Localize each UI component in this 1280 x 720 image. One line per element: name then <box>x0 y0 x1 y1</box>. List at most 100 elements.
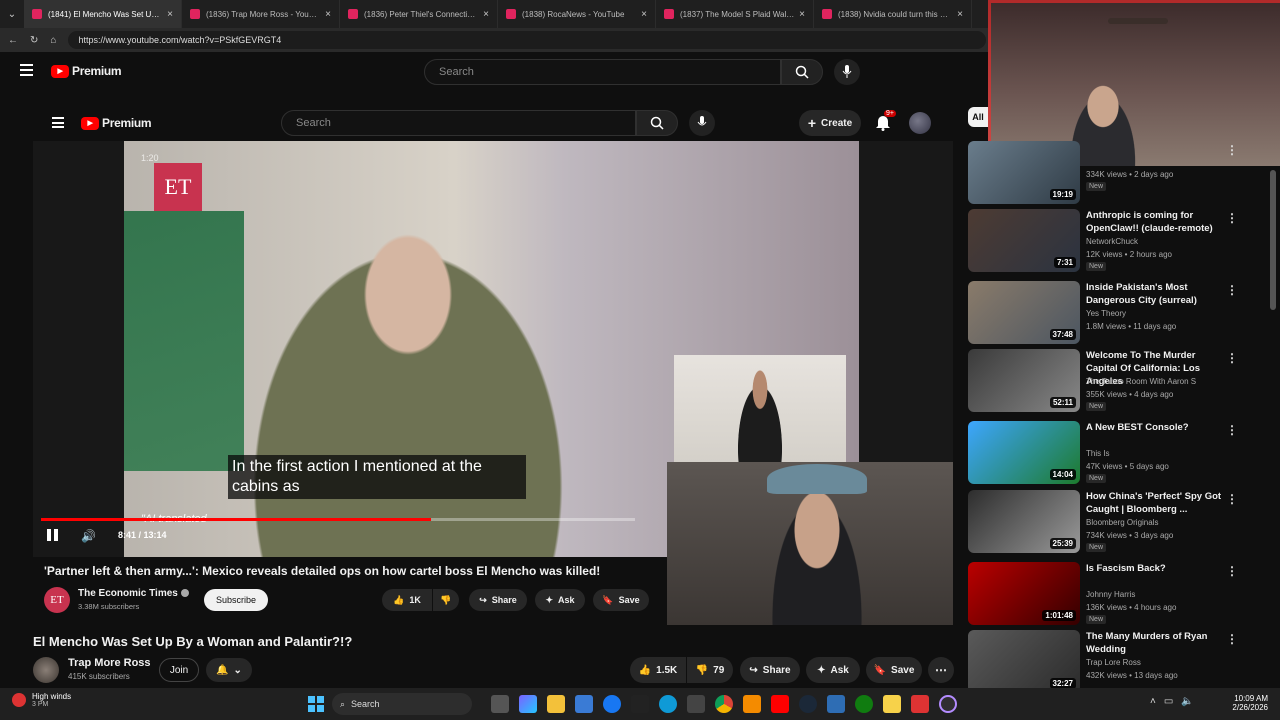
channel-name[interactable]: Trap More Ross <box>68 657 151 669</box>
more-actions-button[interactable]: ⋯ <box>928 657 954 683</box>
close-tab-icon[interactable]: × <box>325 9 331 20</box>
youtube-taskbar-icon[interactable] <box>771 695 789 713</box>
create-button[interactable]: + Create <box>799 110 861 136</box>
recommendation-item[interactable]: 37:48 Inside Pakistan's Most Dangerous Ci… <box>968 281 1268 345</box>
inner-menu-icon[interactable] <box>52 117 64 128</box>
inner-search-button[interactable] <box>636 110 678 136</box>
taskbar-search[interactable]: ⌕ Search <box>332 693 472 715</box>
store-icon[interactable] <box>575 695 593 713</box>
video-thumbnail[interactable]: 7:31 <box>968 209 1080 272</box>
close-tab-icon[interactable]: × <box>957 9 963 20</box>
recommendation-title[interactable]: Is Fascism Back? <box>1086 562 1226 575</box>
sticky-notes-icon[interactable] <box>883 695 901 713</box>
browser-tab[interactable]: (1838) RocaNews - YouTube × <box>498 0 656 28</box>
task-view-icon[interactable] <box>491 695 509 713</box>
more-options-icon[interactable]: ⋮ <box>1226 564 1238 578</box>
recommendation-channel[interactable]: Yes Theory <box>1086 308 1126 320</box>
avatar[interactable] <box>909 112 931 134</box>
inner-ask-button[interactable]: ✦ Ask <box>535 589 585 611</box>
recommendation-item[interactable]: 14:04 A New BEST Console? This Is 47K views… <box>968 421 1268 485</box>
video-thumbnail[interactable]: 1:01:48 <box>968 562 1080 625</box>
app-icon[interactable] <box>827 695 845 713</box>
notifications-button[interactable]: 9+ <box>875 110 896 133</box>
reload-icon[interactable]: ↻ <box>30 35 38 46</box>
recommendation-item[interactable]: 1:01:48 Is Fascism Back? Johnny Harris 136K… <box>968 562 1268 626</box>
share-button[interactable]: ↪ Share <box>740 657 800 683</box>
close-tab-icon[interactable]: × <box>799 9 805 20</box>
speaker-icon[interactable]: 🔈 <box>1181 696 1193 707</box>
video-thumbnail[interactable]: 14:04 <box>968 421 1080 484</box>
tab-list-dropdown-icon[interactable]: ⌄ <box>0 9 24 20</box>
obs-icon[interactable] <box>939 695 957 713</box>
recommendation-channel[interactable]: Johnny Harris <box>1086 589 1135 601</box>
video-thumbnail[interactable]: 37:48 <box>968 281 1080 344</box>
inner-save-button[interactable]: 🔖 Save <box>593 589 649 611</box>
recommendation-channel[interactable]: Bloomberg Originals <box>1086 517 1158 529</box>
close-tab-icon[interactable]: × <box>641 9 647 20</box>
inner-dislike-button[interactable]: 👎 <box>433 589 459 611</box>
vlc-icon[interactable] <box>743 695 761 713</box>
address-bar[interactable]: https://www.youtube.com/watch?v=PSkfGEVR… <box>68 31 986 49</box>
calculator-icon[interactable] <box>687 695 705 713</box>
recommendation-title[interactable]: A New BEST Console? <box>1086 421 1226 434</box>
browser-tab[interactable]: (1841) El Mencho Was Set Up By a Woman a… <box>24 0 182 28</box>
facebook-icon[interactable] <box>603 695 621 713</box>
recommendation-item[interactable]: 7:31 Anthropic is coming for OpenClaw!! (… <box>968 209 1268 273</box>
steam-icon[interactable] <box>799 695 817 713</box>
more-options-icon[interactable]: ⋮ <box>1226 283 1238 297</box>
join-button[interactable]: Join <box>159 658 199 682</box>
close-tab-icon[interactable]: × <box>483 9 489 20</box>
subscribed-bell-button[interactable]: 🔔 ⌄ <box>206 658 252 682</box>
more-options-icon[interactable]: ⋮ <box>1226 211 1238 225</box>
youtube-logo[interactable]: ▶ Premium <box>51 64 122 78</box>
video-thumbnail[interactable]: 25:39 <box>968 490 1080 553</box>
browser-tab[interactable]: (1836) Peter Thiel's Connections To Epst… <box>340 0 498 28</box>
home-icon[interactable]: ⌂ <box>50 35 56 46</box>
search-input[interactable]: Search <box>424 59 781 85</box>
voice-search-button[interactable] <box>834 59 860 85</box>
recommendation-item[interactable]: 52:11 Welcome To The Murder Capital Of Ca… <box>968 349 1268 413</box>
recommendation-item[interactable]: 25:39 How China's 'Perfect' Spy Got Caugh… <box>968 490 1268 554</box>
more-options-icon[interactable]: ⋮ <box>1226 143 1238 157</box>
scrollbar[interactable] <box>1270 170 1276 310</box>
recommendation-title[interactable]: How China's 'Perfect' Spy Got Caught | B… <box>1086 490 1226 516</box>
clock[interactable]: 10:09 AM 2/26/2026 <box>1220 694 1268 712</box>
start-button[interactable] <box>308 696 324 712</box>
browser-tab[interactable]: (1836) Trap More Ross - YouTube × <box>182 0 340 28</box>
search-button[interactable] <box>781 59 823 85</box>
video-thumbnail[interactable]: 52:11 <box>968 349 1080 412</box>
recommendation-channel[interactable]: NetworkChuck <box>1086 236 1138 248</box>
chevron-up-icon[interactable]: ˄ <box>1150 696 1156 707</box>
pause-button[interactable] <box>47 529 61 543</box>
close-tab-icon[interactable]: × <box>167 9 173 20</box>
inner-channel-avatar[interactable]: ET <box>44 587 70 613</box>
browser-tab[interactable]: (1837) The Model S Plaid Walked × <box>656 0 814 28</box>
inner-subscribe-button[interactable]: Subscribe <box>204 589 268 611</box>
inner-like-button[interactable]: 👍 1K <box>382 589 432 611</box>
chip-all[interactable]: All <box>968 107 988 127</box>
menu-icon[interactable] <box>20 64 33 76</box>
recommendation-item[interactable]: 19:19 334K views • 2 days ago New ⋮ <box>968 141 1268 205</box>
inner-youtube-logo[interactable]: ▶ Premium <box>81 116 152 130</box>
browser-tab[interactable]: (1838) Nvidia could turn this whole × <box>814 0 972 28</box>
more-options-icon[interactable]: ⋮ <box>1226 632 1238 646</box>
copilot-icon[interactable] <box>519 695 537 713</box>
more-options-icon[interactable]: ⋮ <box>1226 492 1238 506</box>
recommendation-channel[interactable]: This Is <box>1086 448 1110 460</box>
file-explorer-icon[interactable] <box>547 695 565 713</box>
channel-avatar[interactable] <box>33 657 59 683</box>
inner-voice-search-button[interactable] <box>689 110 715 136</box>
recommendation-title[interactable]: The Many Murders of Ryan Wedding <box>1086 630 1226 656</box>
amazon-icon[interactable] <box>631 695 649 713</box>
recommendation-title[interactable]: Anthropic is coming for OpenClaw!! (clau… <box>1086 209 1226 235</box>
more-options-icon[interactable]: ⋮ <box>1226 423 1238 437</box>
chrome-icon[interactable] <box>715 695 733 713</box>
recommendation-channel[interactable]: Trap Lore Ross <box>1086 657 1141 669</box>
recommendation-channel[interactable]: The Taboo Room With Aaron S <box>1086 376 1196 388</box>
dislike-button[interactable]: 👎 79 <box>687 657 733 683</box>
inner-share-button[interactable]: ↪ Share <box>469 589 527 611</box>
like-button[interactable]: 👍 1.5K <box>630 657 686 683</box>
save-button[interactable]: 🔖 Save <box>866 657 922 683</box>
progress-track[interactable] <box>41 518 635 521</box>
inner-search-input[interactable]: Search <box>281 110 636 136</box>
